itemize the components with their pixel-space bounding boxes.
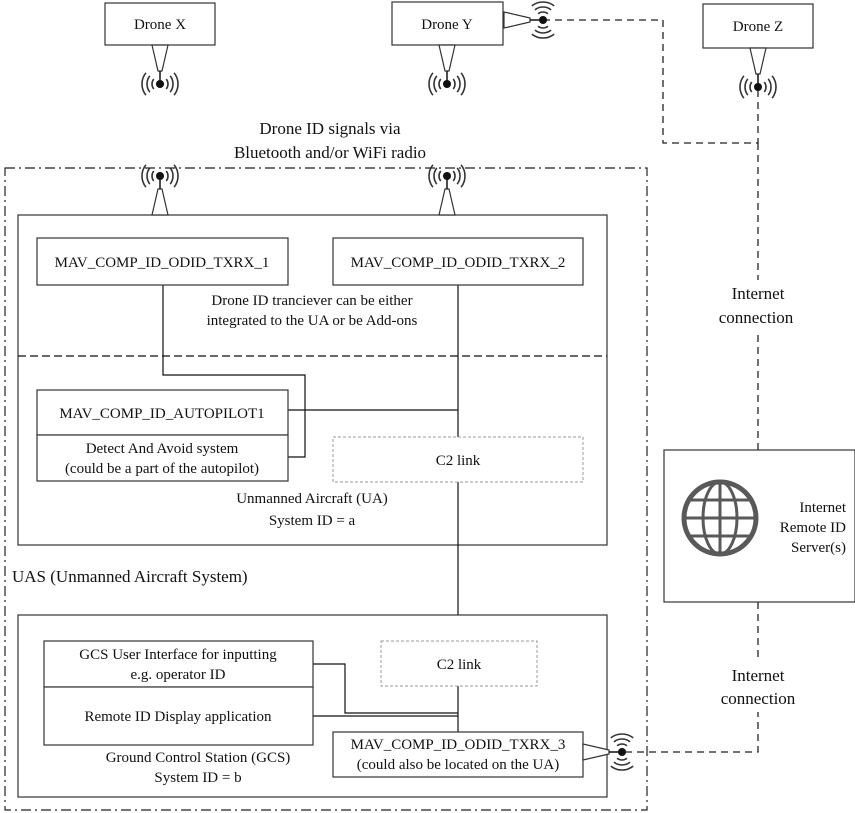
signals-caption-line2: Bluetooth and/or WiFi radio bbox=[234, 143, 426, 162]
gcs-c2-link-label: C2 link bbox=[437, 657, 482, 673]
signals-caption-line1: Drone ID signals via bbox=[259, 119, 401, 138]
internet-top-line1: Internet bbox=[732, 284, 785, 303]
remote-id-diagram: Drone X Drone Y Drone Z Drone ID signals… bbox=[4, 1, 855, 811]
ua-c2-link-label: C2 link bbox=[436, 453, 481, 469]
server-label-line3: Server(s) bbox=[791, 540, 846, 556]
daa-label-line1: Detect And Avoid system bbox=[86, 441, 239, 457]
gcs-ui-label-line1: GCS User Interface for inputting bbox=[79, 647, 277, 663]
server-label-line1: Internet bbox=[799, 500, 846, 516]
internet-bottom-line1: Internet bbox=[732, 666, 785, 685]
ua-caption-line1: Unmanned Aircraft (UA) bbox=[236, 491, 388, 507]
server-label-line2: Remote ID bbox=[780, 520, 846, 536]
globe-icon bbox=[681, 479, 759, 557]
drone-z-antenna-icon bbox=[739, 47, 777, 99]
txrx3-label-line2: (could also be located on the UA) bbox=[357, 757, 559, 773]
daa-label-line2: (could be a part of the autopilot) bbox=[65, 461, 259, 477]
transceiver-note-line1: Drone ID tranciever can be either bbox=[211, 293, 412, 309]
gcs-caption-line1: Ground Control Station (GCS) bbox=[106, 750, 291, 766]
drone-y-side-antenna-icon bbox=[503, 1, 555, 39]
internet-top-line2: connection bbox=[719, 308, 794, 327]
drone-y-antenna-icon bbox=[428, 44, 466, 96]
txrx2-label: MAV_COMP_ID_ODID_TXRX_2 bbox=[351, 255, 566, 271]
remote-id-display-label: Remote ID Display application bbox=[84, 709, 272, 725]
drone-y-label: Drone Y bbox=[421, 17, 473, 33]
txrx3-label-line1: MAV_COMP_ID_ODID_TXRX_3 bbox=[351, 737, 566, 753]
ua-caption-line2: System ID = a bbox=[269, 513, 356, 529]
autopilot-label: MAV_COMP_ID_AUTOPILOT1 bbox=[59, 406, 264, 422]
txrx1-antenna-icon bbox=[141, 164, 179, 216]
drone-z-label: Drone Z bbox=[733, 19, 783, 35]
transceiver-note-line2: integrated to the UA or be Add-ons bbox=[207, 313, 418, 329]
txrx1-label: MAV_COMP_ID_ODID_TXRX_1 bbox=[55, 255, 270, 271]
gcs-caption-line2: System ID = b bbox=[154, 770, 241, 786]
txrx2-antenna-icon bbox=[428, 164, 466, 216]
drone-x-label: Drone X bbox=[134, 17, 186, 33]
internet-bottom-line2: connection bbox=[721, 689, 796, 708]
drone-x-antenna-icon bbox=[141, 44, 179, 96]
gcs-ui-label-line2: e.g. operator ID bbox=[131, 667, 226, 683]
uas-label: UAS (Unmanned Aircraft System) bbox=[12, 567, 248, 586]
